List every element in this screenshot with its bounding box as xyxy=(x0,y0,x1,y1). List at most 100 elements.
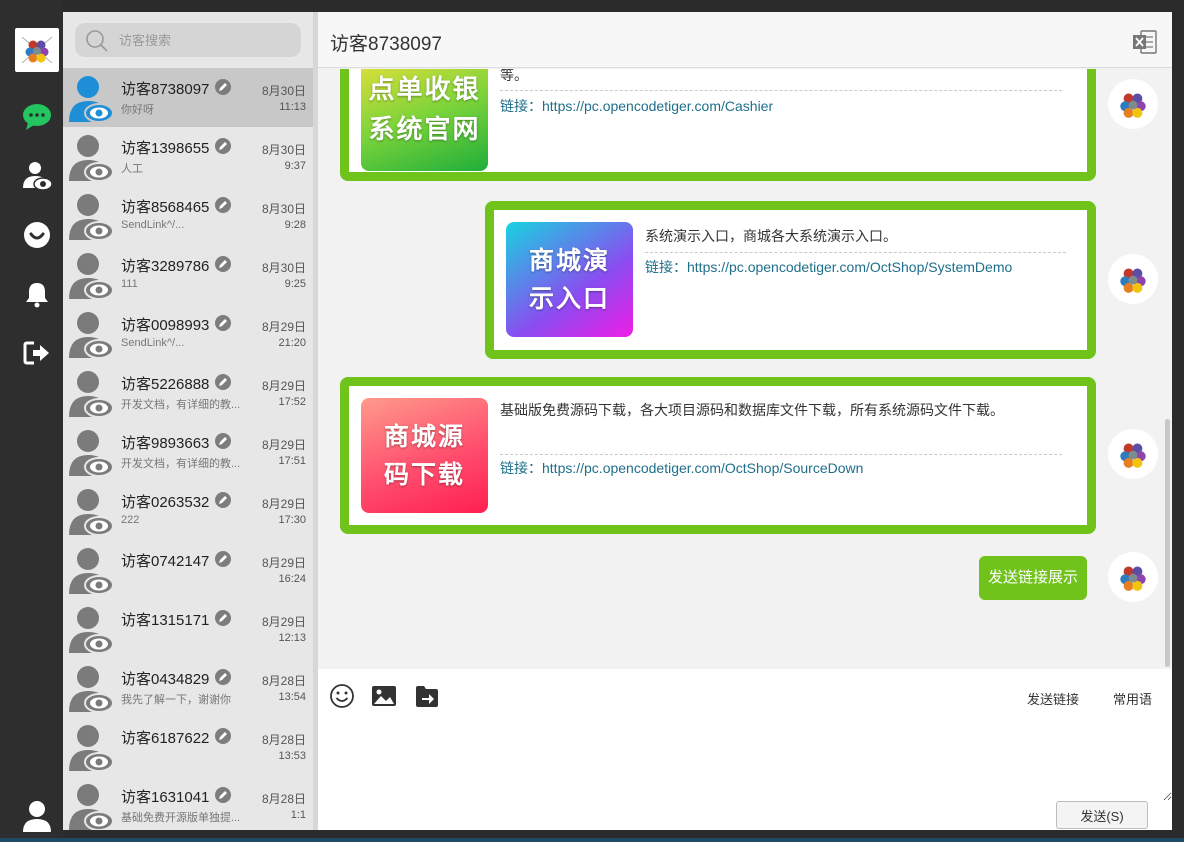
visitor-avatar-icon xyxy=(68,369,114,419)
contact-date: 8月29日 xyxy=(261,615,306,629)
contact-item[interactable]: 访客0263532 8月29日 17:30 222 xyxy=(63,481,318,540)
edit-icon[interactable] xyxy=(215,492,231,508)
search-input[interactable] xyxy=(119,23,289,57)
contact-item[interactable]: 访客5226888 8月29日 17:52 开发文档，有详细的教... xyxy=(63,363,318,422)
tile-demo-text: 商城演示入口 xyxy=(528,246,610,313)
bell-icon xyxy=(26,283,48,308)
contact-preview: 人工 xyxy=(121,163,143,175)
card-cashier-link[interactable]: 链接：https://pc.opencodetiger.com/Cashier xyxy=(500,94,1065,119)
icon-rail xyxy=(0,0,63,842)
rail-chat-button[interactable] xyxy=(18,98,56,136)
tile-source: 商城源码下载 xyxy=(361,398,488,513)
message-scrollbar[interactable] xyxy=(1165,419,1170,667)
visitor-avatar-icon xyxy=(68,605,114,655)
edit-icon[interactable] xyxy=(215,551,231,567)
contact-item[interactable]: 访客1315171 8月29日 12:13 xyxy=(63,599,318,658)
chat-icon xyxy=(23,104,51,130)
message-input[interactable] xyxy=(318,727,1172,801)
contact-time: 17:52 xyxy=(278,396,306,408)
visitor-avatar-icon xyxy=(68,487,114,537)
edit-icon[interactable] xyxy=(215,256,231,272)
contact-date: 8月30日 xyxy=(261,202,306,216)
contact-time: 17:51 xyxy=(278,455,306,467)
contact-item[interactable]: 访客0098993 8月29日 21:20 SendLink^/... xyxy=(63,304,318,363)
contact-item[interactable]: 访客8738097 8月30日 11:13 你好呀 xyxy=(63,68,318,127)
contact-time: 13:53 xyxy=(278,750,306,762)
edit-icon[interactable] xyxy=(215,315,231,331)
visitor-avatar-icon xyxy=(68,546,114,596)
contact-time: 13:54 xyxy=(278,691,306,703)
link-card-demo[interactable]: 商城演示入口 系统演示入口，商城各大系统演示入口。 链接：https://pc.… xyxy=(485,201,1096,359)
contact-preview: SendLink^/... xyxy=(121,337,185,349)
send-button[interactable]: 发送(S) xyxy=(1056,801,1148,829)
contact-date: 8月28日 xyxy=(261,674,306,688)
visitor-avatar-icon xyxy=(68,310,114,360)
contact-time: 9:28 xyxy=(284,219,306,231)
logout-icon xyxy=(23,341,49,365)
image-icon[interactable] xyxy=(371,683,397,709)
contact-name: 访客3289786 xyxy=(121,258,210,275)
contact-name: 访客1631041 xyxy=(121,789,210,806)
contact-item[interactable]: 访客6187622 8月28日 13:53 xyxy=(63,717,318,776)
contact-name: 访客1398655 xyxy=(121,140,210,157)
contact-time: 11:13 xyxy=(279,101,306,113)
agent-avatar xyxy=(1108,429,1158,479)
common-phrases-button[interactable]: 常用语 xyxy=(1113,689,1152,708)
agent-avatar-icon xyxy=(1120,443,1146,468)
contact-item[interactable]: 访客9893663 8月29日 17:51 开发文档，有详细的教... xyxy=(63,422,318,481)
file-send-icon[interactable] xyxy=(414,683,440,709)
rail-notify-button[interactable] xyxy=(18,275,56,313)
edit-icon[interactable] xyxy=(215,728,231,744)
contact-time: 21:20 xyxy=(278,337,306,349)
link-card-source[interactable]: 商城源码下载 基础版免费源码下载，各大项目源码和数据库文件下载，所有系统源码文件… xyxy=(340,377,1096,534)
visitor-icon xyxy=(23,162,53,191)
contact-date: 8月29日 xyxy=(261,320,306,334)
card-source-link[interactable]: 链接：https://pc.opencodetiger.com/OctShop/… xyxy=(500,456,1065,481)
contact-name: 访客0263532 xyxy=(121,494,210,511)
rail-visitor-button[interactable] xyxy=(18,157,56,195)
contact-item[interactable]: 访客3289786 8月30日 9:25 111 xyxy=(63,245,318,304)
chat-header: 访客8738097 xyxy=(318,12,1172,68)
card-demo-desc: 系统演示入口，商城各大系统演示入口。 xyxy=(645,228,897,244)
edit-icon[interactable] xyxy=(215,197,231,213)
edit-icon[interactable] xyxy=(215,433,231,449)
contact-preview: 222 xyxy=(121,514,140,526)
tile-cashier: 点单收银系统官网 xyxy=(361,69,488,171)
link-card-cashier[interactable]: 点单收银系统官网 等。 链接：https://pc.opencodetiger.… xyxy=(340,69,1096,181)
contact-time: 9:25 xyxy=(284,278,306,290)
visitor-avatar-icon xyxy=(68,428,114,478)
contact-list-panel: 访客8738097 8月30日 11:13 你好呀访客1398655 8月30日 9:37… xyxy=(63,12,318,830)
text-message: 发送链接展示 xyxy=(979,556,1088,600)
contact-item[interactable]: 访客0434829 8月28日 13:54 我先了解一下，谢谢你 xyxy=(63,658,318,717)
contact-name: 访客9893663 xyxy=(121,435,210,452)
contact-date: 8月29日 xyxy=(261,438,306,452)
contact-time: 9:37 xyxy=(284,160,306,172)
contact-preview: 开发文档，有详细的教... xyxy=(121,399,241,411)
rail-profile-button[interactable] xyxy=(18,797,56,835)
edit-icon[interactable] xyxy=(215,669,231,685)
card-demo-link[interactable]: 链接：https://pc.opencodetiger.com/OctShop/… xyxy=(645,255,1070,280)
contact-item[interactable]: 访客8568465 8月30日 9:28 SendLink^/... xyxy=(63,186,318,245)
contact-item[interactable]: 访客0742147 8月29日 16:24 xyxy=(63,540,318,599)
user-icon xyxy=(23,801,51,832)
contact-date: 8月28日 xyxy=(261,733,306,747)
emoji-icon[interactable] xyxy=(329,683,355,709)
contact-name: 访客5226888 xyxy=(121,376,210,393)
logo xyxy=(15,28,59,72)
contact-date: 8月29日 xyxy=(261,497,306,511)
edit-icon[interactable] xyxy=(215,787,231,803)
contact-name: 访客6187622 xyxy=(121,730,210,747)
send-link-button[interactable]: 发送链接 xyxy=(1027,689,1079,708)
contact-time: 16:24 xyxy=(278,573,306,585)
contact-name: 访客1315171 xyxy=(121,612,210,629)
contact-item[interactable]: 访客1398655 8月30日 9:37 人工 xyxy=(63,127,318,186)
edit-icon[interactable] xyxy=(215,374,231,390)
edit-icon[interactable] xyxy=(215,610,231,626)
edit-icon[interactable] xyxy=(215,138,231,154)
contact-item[interactable]: 访客1631041 8月28日 1:1 基础免费开源版单独提... xyxy=(63,776,318,830)
rail-logout-button[interactable] xyxy=(18,334,56,372)
excel-icon[interactable] xyxy=(1132,29,1158,55)
tile-demo: 商城演示入口 xyxy=(506,222,633,337)
edit-icon[interactable] xyxy=(215,79,231,95)
rail-smile-button[interactable] xyxy=(18,216,56,254)
